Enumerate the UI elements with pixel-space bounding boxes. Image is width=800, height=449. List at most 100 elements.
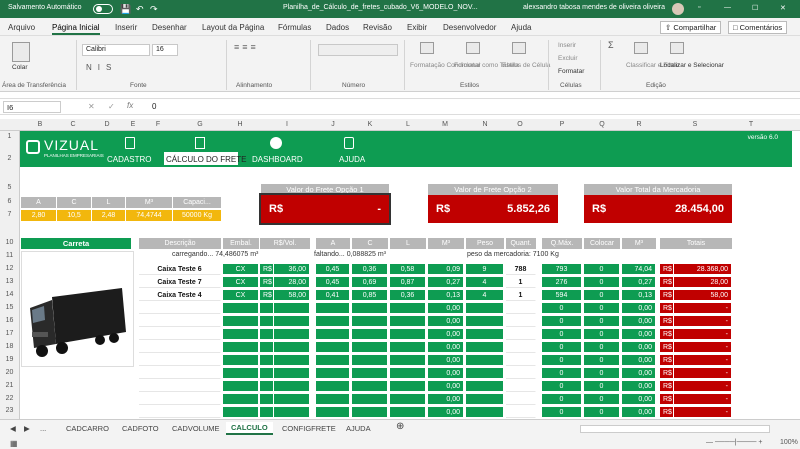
table-cell-price[interactable] bbox=[274, 368, 310, 379]
row-header[interactable]: 17 bbox=[0, 330, 19, 337]
table-cell-colocar[interactable]: 0 bbox=[584, 316, 620, 327]
table-cell-tcur[interactable]: R$ bbox=[660, 316, 674, 327]
table-cell-peso[interactable] bbox=[466, 368, 504, 379]
table-cell-peso[interactable]: 4 bbox=[466, 290, 504, 301]
table-cell-desc[interactable] bbox=[139, 368, 221, 379]
table-cell-tcur[interactable]: R$ bbox=[660, 290, 674, 301]
table-cell-m3[interactable]: 0,00 bbox=[428, 342, 464, 353]
nav-calculo-frete[interactable]: CÁLCULO DO FRETE bbox=[166, 155, 246, 164]
insert-button[interactable]: Inserir bbox=[558, 42, 576, 49]
kpi-total-mercadoria[interactable]: R$ 28.454,00 bbox=[584, 195, 732, 223]
table-cell-colocar[interactable]: 0 bbox=[584, 303, 620, 314]
cell-styles-icon[interactable] bbox=[512, 42, 526, 54]
table-cell-cur[interactable] bbox=[260, 303, 274, 314]
minimize-icon[interactable]: — bbox=[724, 4, 731, 11]
table-cell-cur[interactable]: R$ bbox=[260, 277, 274, 288]
table-cell-m3b[interactable]: 0,00 bbox=[622, 329, 656, 340]
row-header[interactable]: 10 bbox=[0, 239, 19, 246]
table-cell-a[interactable] bbox=[316, 407, 350, 418]
table-cell-qmax[interactable]: 0 bbox=[542, 368, 582, 379]
comments-button[interactable]: □ Comentários bbox=[728, 21, 788, 34]
format-table-icon[interactable] bbox=[466, 42, 480, 54]
table-cell-cur[interactable] bbox=[260, 394, 274, 405]
tab-desenvolvedor[interactable]: Desenvolvedor bbox=[443, 23, 496, 32]
table-cell-desc[interactable] bbox=[139, 381, 221, 392]
table-cell-total[interactable]: - bbox=[674, 368, 732, 379]
table-cell-l[interactable]: 0,87 bbox=[390, 277, 426, 288]
sheet-tab-cadvolume[interactable]: CADVOLUME bbox=[172, 424, 220, 433]
col-header[interactable]: H bbox=[224, 121, 256, 128]
table-cell-emb[interactable] bbox=[223, 355, 259, 366]
table-cell-qmax[interactable]: 594 bbox=[542, 290, 582, 301]
conditional-format-icon[interactable] bbox=[420, 42, 434, 54]
table-cell-a[interactable] bbox=[316, 316, 350, 327]
dim-value[interactable]: 74,4744 bbox=[126, 210, 172, 221]
table-cell-desc[interactable]: Caixa Teste 4 bbox=[139, 290, 221, 301]
function-icon[interactable]: fx bbox=[127, 101, 133, 110]
table-cell-peso[interactable] bbox=[466, 407, 504, 418]
table-cell-c[interactable] bbox=[352, 342, 388, 353]
row-header[interactable]: 5 bbox=[0, 184, 19, 191]
table-cell-peso[interactable]: 9 bbox=[466, 264, 504, 275]
table-cell-peso[interactable] bbox=[466, 394, 504, 405]
table-cell-peso[interactable] bbox=[466, 355, 504, 366]
table-cell-cur[interactable] bbox=[260, 381, 274, 392]
table-cell-price[interactable] bbox=[274, 316, 310, 327]
table-cell-peso[interactable] bbox=[466, 316, 504, 327]
table-cell-quant[interactable] bbox=[506, 381, 536, 392]
add-sheet-icon[interactable]: ⊕ bbox=[396, 421, 404, 432]
table-cell-a[interactable]: 0,41 bbox=[316, 290, 350, 301]
table-cell-total[interactable]: 28.368,00 bbox=[674, 264, 732, 275]
table-cell-c[interactable]: 0,85 bbox=[352, 290, 388, 301]
more-sheets-icon[interactable]: ... bbox=[40, 424, 46, 433]
pie-chart-icon[interactable] bbox=[270, 137, 282, 149]
font-style-buttons[interactable]: NIS bbox=[86, 64, 117, 72]
redo-icon[interactable]: ↷ bbox=[150, 4, 158, 15]
avatar[interactable] bbox=[672, 3, 684, 15]
table-cell-peso[interactable] bbox=[466, 329, 504, 340]
table-cell-l[interactable] bbox=[390, 394, 426, 405]
table-cell-emb[interactable] bbox=[223, 303, 259, 314]
table-cell-desc[interactable] bbox=[139, 316, 221, 327]
table-cell-m3[interactable]: 0,00 bbox=[428, 355, 464, 366]
table-cell-emb[interactable]: CX bbox=[223, 290, 259, 301]
table-cell-price[interactable]: 58,00 bbox=[274, 290, 310, 301]
table-cell-tcur[interactable]: R$ bbox=[660, 355, 674, 366]
table-cell-l[interactable] bbox=[390, 342, 426, 353]
col-header[interactable]: N bbox=[466, 121, 504, 128]
table-cell-peso[interactable] bbox=[466, 342, 504, 353]
tab-exibir[interactable]: Exibir bbox=[407, 23, 427, 32]
table-cell-m3[interactable]: 0,27 bbox=[428, 277, 464, 288]
table-cell-cur[interactable] bbox=[260, 342, 274, 353]
table-cell-m3b[interactable]: 0,00 bbox=[622, 394, 656, 405]
sheet-tab-cadcarro[interactable]: CADCARRO bbox=[66, 424, 109, 433]
table-cell-emb[interactable]: CX bbox=[223, 277, 259, 288]
table-cell-m3b[interactable]: 74,04 bbox=[622, 264, 656, 275]
sheet-tab-ajuda[interactable]: AJUDA bbox=[346, 424, 371, 433]
table-cell-quant[interactable]: 1 bbox=[506, 277, 536, 288]
dim-value[interactable]: 2,48 bbox=[92, 210, 125, 221]
table-cell-m3b[interactable]: 0,00 bbox=[622, 381, 656, 392]
row-header[interactable]: 22 bbox=[0, 395, 19, 402]
table-cell-l[interactable] bbox=[390, 303, 426, 314]
table-cell-c[interactable] bbox=[352, 394, 388, 405]
table-cell-total[interactable]: - bbox=[674, 394, 732, 405]
next-sheet-icon[interactable]: ▶ bbox=[24, 424, 30, 433]
table-cell-desc[interactable] bbox=[139, 329, 221, 340]
table-cell-total[interactable]: - bbox=[674, 316, 732, 327]
table-cell-quant[interactable] bbox=[506, 407, 536, 418]
conditional-format-label[interactable]: Formatação Condicional bbox=[410, 62, 480, 69]
table-cell-total[interactable]: - bbox=[674, 407, 732, 418]
table-cell-total[interactable]: - bbox=[674, 381, 732, 392]
sort-filter-label[interactable]: Classificar e Filtrar bbox=[626, 62, 680, 69]
row-header[interactable]: 11 bbox=[0, 252, 19, 259]
table-cell-emb[interactable] bbox=[223, 368, 259, 379]
table-cell-c[interactable]: 0,36 bbox=[352, 264, 388, 275]
share-button[interactable]: ⇧ Compartilhar bbox=[660, 21, 722, 34]
table-cell-c[interactable] bbox=[352, 303, 388, 314]
table-cell-m3[interactable]: 0,00 bbox=[428, 407, 464, 418]
row-header[interactable]: 21 bbox=[0, 382, 19, 389]
table-cell-total[interactable]: 28,00 bbox=[674, 277, 732, 288]
table-cell-total[interactable]: 58,00 bbox=[674, 290, 732, 301]
table-cell-m3b[interactable]: 0,13 bbox=[622, 290, 656, 301]
